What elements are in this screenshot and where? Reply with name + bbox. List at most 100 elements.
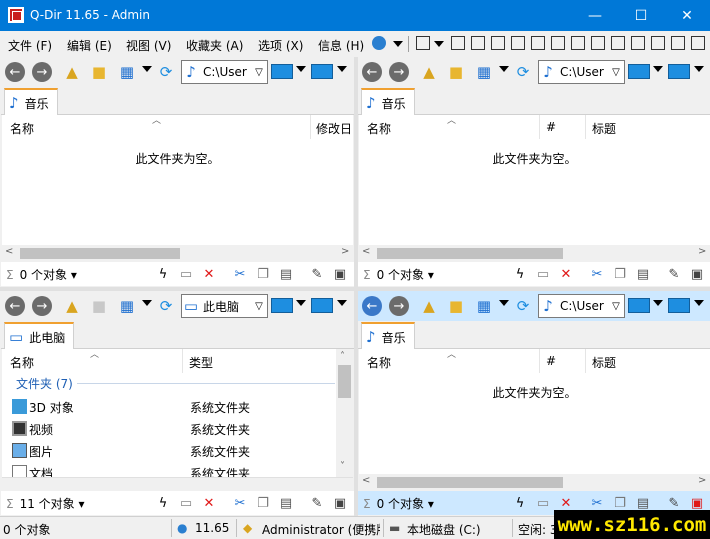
forward-icon[interactable]: → xyxy=(389,62,409,82)
up-folder-icon[interactable]: ▲ xyxy=(419,296,439,316)
column-divider[interactable] xyxy=(182,349,183,373)
file-list[interactable]: 名称 ︿ # 标题 此文件夹为空。 xyxy=(359,349,710,474)
horizontal-scrollbar[interactable]: < > xyxy=(359,245,710,262)
paste-icon[interactable]: ▤ xyxy=(277,494,295,512)
scroll-thumb[interactable] xyxy=(338,365,351,398)
column-type[interactable]: 类型 xyxy=(189,354,213,371)
rename-icon[interactable]: ▭ xyxy=(177,265,195,283)
column-divider[interactable] xyxy=(539,349,540,373)
chevron-down-icon[interactable] xyxy=(337,300,347,306)
chevron-down-icon[interactable] xyxy=(694,66,704,72)
view-mode-icon[interactable]: ▦ xyxy=(117,296,137,316)
copy-icon[interactable]: ❐ xyxy=(254,494,272,512)
column-number[interactable]: # xyxy=(546,120,556,134)
pane-bottom-right[interactable]: ← → ▲ ■ ▦ ⟳ ♪ C:\User ▽ ♪ 音乐 名称 ︿ # 标题 此… xyxy=(358,291,710,516)
menu-options[interactable]: 选项 (X) xyxy=(258,37,303,54)
delete-icon[interactable]: ✕ xyxy=(200,494,218,512)
layout-3-icon[interactable] xyxy=(471,36,485,50)
menu-file[interactable]: 文件 (F) xyxy=(8,37,52,54)
minimize-button[interactable]: — xyxy=(572,0,618,31)
refresh-icon[interactable]: ⟳ xyxy=(156,296,176,316)
delete-icon[interactable]: ✕ xyxy=(200,265,218,283)
object-count[interactable]: Σ 11 个对象 ▾ xyxy=(6,495,85,512)
forward-icon[interactable]: → xyxy=(32,62,52,82)
menu-favorites[interactable]: 收藏夹 (A) xyxy=(186,37,243,54)
copy-icon[interactable]: ❐ xyxy=(611,265,629,283)
object-count[interactable]: Σ0 个对象 ▾ xyxy=(6,266,77,283)
column-name[interactable]: 名称 xyxy=(10,354,34,371)
tab-this-pc[interactable]: ▭ 此电脑 xyxy=(4,322,75,350)
layout-v-icon[interactable] xyxy=(571,36,585,50)
cut-icon[interactable]: ✂ xyxy=(231,494,249,512)
horizontal-scrollbar[interactable]: < > xyxy=(2,245,353,262)
layout-single-icon[interactable] xyxy=(631,36,645,50)
scroll-up-icon[interactable]: ˄ xyxy=(340,351,345,362)
chevron-down-icon[interactable] xyxy=(694,300,704,306)
layout-tabs-icon[interactable] xyxy=(651,36,665,50)
flash-icon[interactable]: ϟ xyxy=(154,265,172,283)
chevron-down-icon[interactable] xyxy=(653,66,663,72)
monitor-icon[interactable] xyxy=(311,298,333,313)
refresh-icon[interactable]: ⟳ xyxy=(513,62,533,82)
address-text[interactable]: C:\User xyxy=(557,65,608,79)
new-folder-icon[interactable]: ■ xyxy=(446,296,466,316)
chevron-down-icon[interactable] xyxy=(499,66,509,72)
new-folder-icon[interactable]: ■ xyxy=(89,62,109,82)
layout-3v-icon[interactable] xyxy=(511,36,525,50)
file-list[interactable]: 名称 ︿ # 标题 此文件夹为空。 xyxy=(359,115,710,245)
address-text[interactable]: 此电脑 xyxy=(200,298,251,315)
object-count[interactable]: Σ0 个对象 ▾ xyxy=(363,495,434,512)
chevron-down-icon[interactable]: ▽ xyxy=(251,67,267,78)
tab-music[interactable]: ♪ 音乐 xyxy=(361,322,415,350)
up-folder-icon[interactable]: ▲ xyxy=(62,296,82,316)
column-title[interactable]: 标题 xyxy=(592,120,616,137)
scroll-left-icon[interactable]: < xyxy=(362,475,370,486)
scroll-left-icon[interactable]: < xyxy=(362,246,370,257)
cut-icon[interactable]: ✂ xyxy=(231,265,249,283)
scroll-thumb[interactable] xyxy=(377,248,563,259)
flash-icon[interactable]: ϟ xyxy=(511,494,529,512)
maximize-button[interactable]: ☐ xyxy=(618,0,664,31)
preview-icon[interactable]: ▣ xyxy=(688,265,706,283)
monitor-icon[interactable] xyxy=(628,298,650,313)
chevron-down-icon[interactable]: ▽ xyxy=(608,67,624,78)
group-header-folders[interactable]: 文件夹 (7) xyxy=(16,375,73,392)
column-title[interactable]: 标题 xyxy=(592,354,616,371)
address-text[interactable]: C:\User xyxy=(200,65,251,79)
scroll-right-icon[interactable]: > xyxy=(341,246,349,257)
address-bar[interactable]: ♪ C:\User ▽ xyxy=(181,60,268,84)
pane-top-right[interactable]: ← → ▲ ■ ▦ ⟳ ♪ C:\User ▽ ♪ 音乐 名称 ︿ # 标题 此… xyxy=(358,57,710,287)
vertical-scrollbar[interactable]: ˄ ˅ xyxy=(336,349,353,477)
monitor-icon[interactable] xyxy=(628,64,650,79)
column-divider[interactable] xyxy=(585,115,586,139)
cut-icon[interactable]: ✂ xyxy=(588,265,606,283)
pane-bottom-left[interactable]: ← → ▲ ■ ▦ ⟳ ▭ 此电脑 ▽ ▭ 此电脑 名称 ︿ 类型 文件夹 (7… xyxy=(1,291,354,516)
back-icon[interactable]: ← xyxy=(362,296,382,316)
chevron-down-icon[interactable] xyxy=(393,41,403,47)
layout-grid-icon[interactable] xyxy=(671,36,685,50)
chevron-down-icon[interactable] xyxy=(337,66,347,72)
address-bar[interactable]: ▭ 此电脑 ▽ xyxy=(181,294,268,318)
back-icon[interactable]: ← xyxy=(5,296,25,316)
rename-icon[interactable]: ▭ xyxy=(534,265,552,283)
monitor-icon[interactable] xyxy=(311,64,333,79)
view-mode-icon[interactable]: ▦ xyxy=(474,62,494,82)
chevron-down-icon[interactable]: ▽ xyxy=(608,301,624,312)
monitor-icon[interactable] xyxy=(271,298,293,313)
chevron-down-icon[interactable] xyxy=(653,300,663,306)
view-mode-icon[interactable]: ▦ xyxy=(474,296,494,316)
list-item[interactable]: 视频 系统文件夹 xyxy=(2,418,332,440)
back-icon[interactable]: ← xyxy=(5,62,25,82)
column-modified[interactable]: 修改日 xyxy=(316,120,352,137)
preview-icon[interactable]: ▣ xyxy=(331,265,349,283)
tab-music[interactable]: ♪ 音乐 xyxy=(4,88,58,116)
scroll-right-icon[interactable]: > xyxy=(698,475,706,486)
column-name[interactable]: 名称 xyxy=(10,120,34,137)
scroll-left-icon[interactable]: < xyxy=(5,246,13,257)
file-list[interactable]: 名称 ︿ 类型 文件夹 (7) 3D 对象 系统文件夹 视频 系统文件夹 图片 … xyxy=(2,349,336,477)
monitor-icon[interactable] xyxy=(271,64,293,79)
layout-h-icon[interactable] xyxy=(551,36,565,50)
chevron-down-icon[interactable] xyxy=(142,300,152,306)
new-folder-icon[interactable]: ■ xyxy=(89,296,109,316)
properties-icon[interactable]: ✎ xyxy=(665,265,683,283)
